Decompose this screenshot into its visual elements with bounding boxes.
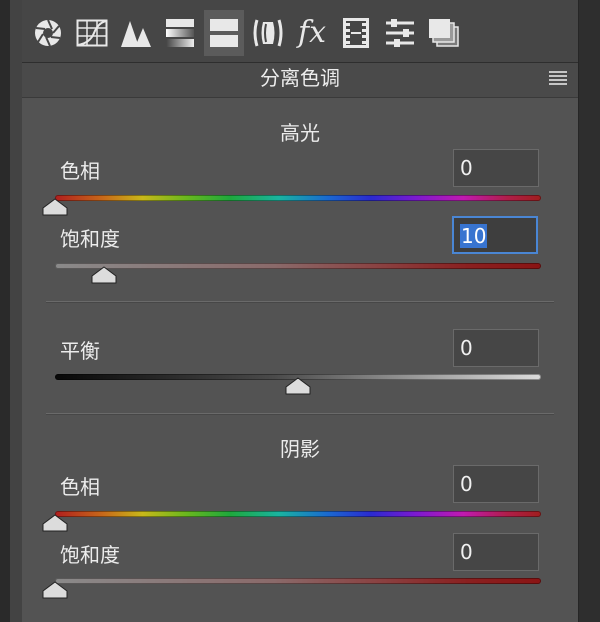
balance-thumb[interactable] xyxy=(285,377,311,395)
tool-hsl[interactable] xyxy=(160,10,200,56)
shadows-hue-input[interactable]: 0 xyxy=(453,465,539,503)
highlights-hue-thumb[interactable] xyxy=(42,198,68,216)
aperture-icon xyxy=(35,19,61,47)
camera-calibration-icon xyxy=(343,18,369,48)
tool-presets[interactable] xyxy=(380,10,420,56)
shadows-hue-value: 0 xyxy=(460,472,473,496)
hsl-icon xyxy=(166,19,194,47)
balance-value: 0 xyxy=(460,336,473,360)
presets-icon xyxy=(386,19,414,47)
tone-curve-icon xyxy=(76,19,108,47)
tool-split-toning[interactable] xyxy=(204,10,244,56)
tool-camera-calibration[interactable] xyxy=(336,10,376,56)
left-strip xyxy=(0,0,10,622)
split-toning-panel: 分离色调 高光 色相 0 饱和度 10 平衡 0 阴影 色相 0 饱和度 0 xyxy=(22,63,578,622)
highlights-saturation-slider[interactable] xyxy=(55,253,541,284)
highlights-saturation-thumb[interactable] xyxy=(91,266,117,284)
highlights-title: 高光 xyxy=(280,121,320,145)
shadows-saturation-thumb[interactable] xyxy=(42,581,68,599)
balance-input[interactable]: 0 xyxy=(453,329,539,367)
highlights-hue-value: 0 xyxy=(460,156,473,180)
shadows-title: 阴影 xyxy=(280,437,320,461)
split-toning-icon xyxy=(210,19,238,47)
balance-label: 平衡 xyxy=(60,339,100,363)
highlights-saturation-value: 10 xyxy=(460,224,488,248)
shadows-saturation-input[interactable]: 0 xyxy=(453,533,539,571)
highlights-hue-label: 色相 xyxy=(60,159,100,183)
panel-title: 分离色调 xyxy=(260,66,340,90)
section-divider xyxy=(46,413,554,415)
balance-slider[interactable] xyxy=(55,364,541,395)
tool-tone-curve[interactable] xyxy=(72,10,112,56)
section-divider xyxy=(46,301,554,303)
tool-lens-corrections[interactable] xyxy=(248,10,288,56)
panel-menu-icon[interactable] xyxy=(548,70,568,86)
shadows-saturation-label: 饱和度 xyxy=(60,543,120,567)
panel-toolbar: fx xyxy=(22,0,578,63)
snapshots-icon xyxy=(429,19,459,47)
saturation-track xyxy=(55,578,541,584)
tool-snapshots[interactable] xyxy=(424,10,464,56)
shadows-hue-label: 色相 xyxy=(60,475,100,499)
detail-icon xyxy=(121,21,151,47)
shadows-hue-slider[interactable] xyxy=(42,501,541,532)
tool-detail[interactable] xyxy=(116,10,156,56)
app-window: fx 分离色调 高光 色相 0 饱和度 10 平衡 0 阴影 色相 0 饱和度 … xyxy=(0,0,600,622)
highlights-saturation-input[interactable]: 10 xyxy=(452,216,538,254)
panel-scrollbar[interactable] xyxy=(578,0,600,622)
fx-icon: fx xyxy=(297,15,327,50)
highlights-hue-slider[interactable] xyxy=(42,185,541,216)
lens-icon xyxy=(253,19,283,47)
shadows-saturation-slider[interactable] xyxy=(42,568,541,599)
highlights-hue-input[interactable]: 0 xyxy=(453,149,539,187)
saturation-track xyxy=(55,263,541,269)
tool-basic[interactable] xyxy=(28,10,68,56)
hue-track xyxy=(55,511,541,517)
shadows-hue-thumb[interactable] xyxy=(42,514,68,532)
panel-header: 分离色调 xyxy=(22,63,578,98)
tool-effects[interactable]: fx xyxy=(292,10,332,56)
highlights-saturation-label: 饱和度 xyxy=(60,227,120,251)
hue-track xyxy=(55,195,541,201)
shadows-saturation-value: 0 xyxy=(460,540,473,564)
